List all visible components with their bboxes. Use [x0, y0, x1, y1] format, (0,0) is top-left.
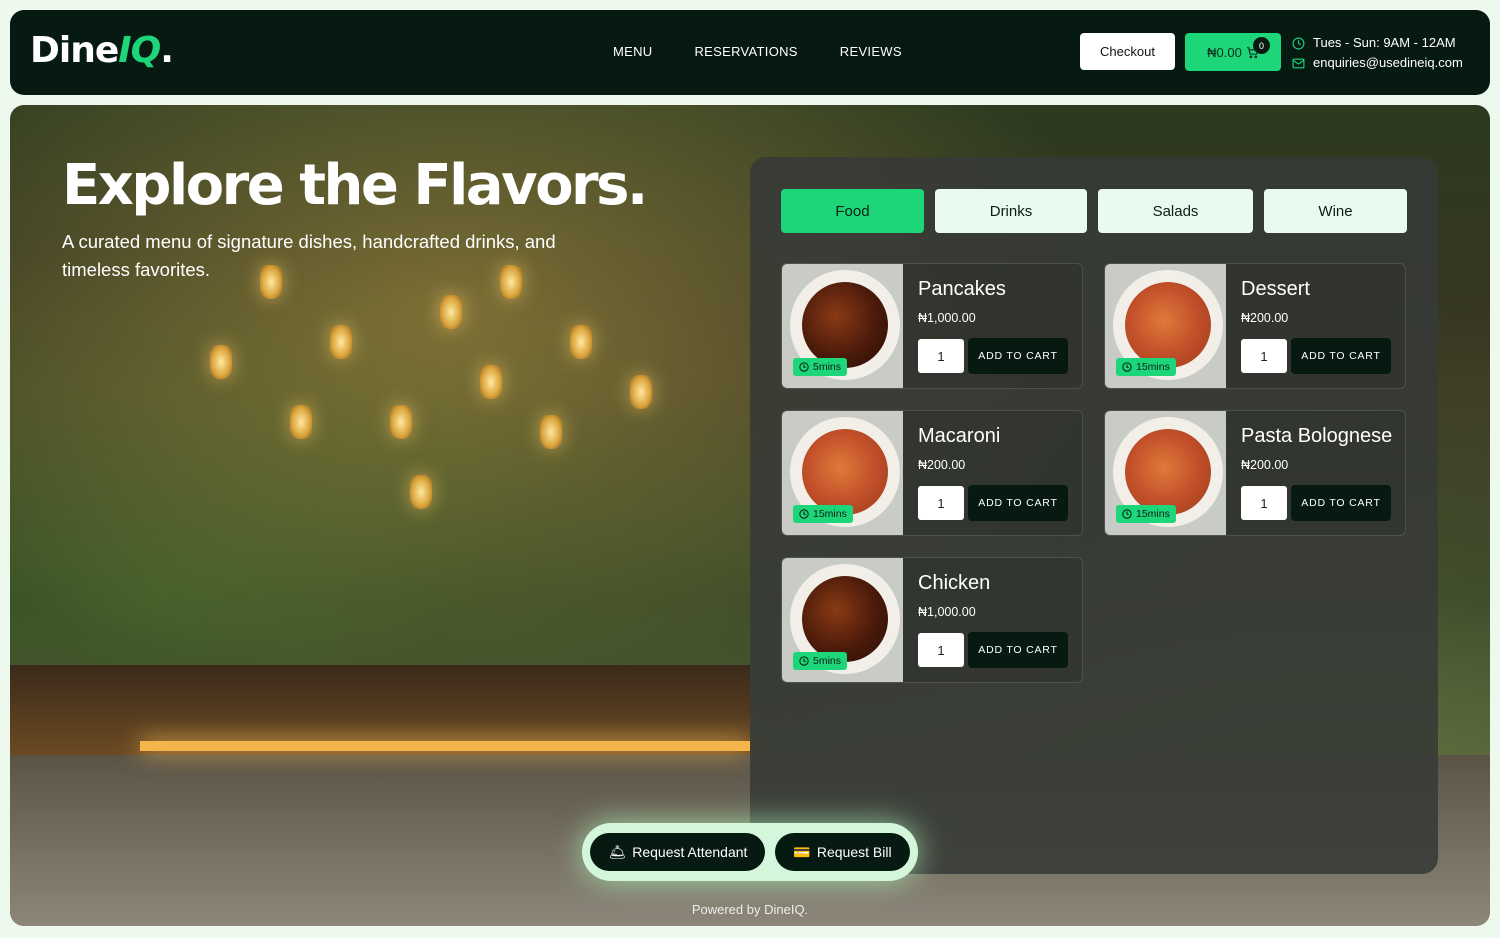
- prep-time-badge: 5mins: [793, 358, 848, 376]
- prep-time-badge: 15mins: [793, 505, 853, 523]
- menu-tabs: Food Drinks Salads Wine: [781, 189, 1407, 233]
- contact-email[interactable]: enquiries@usedineiq.com: [1313, 53, 1463, 73]
- cart-count-badge: 0: [1253, 37, 1270, 54]
- menu-item-price: ₦200.00: [918, 458, 966, 472]
- clock-icon: [799, 509, 809, 519]
- request-attendant-label: Request Attendant: [632, 844, 748, 860]
- prep-time: 15mins: [813, 508, 847, 520]
- tab-wine[interactable]: Wine: [1264, 189, 1407, 233]
- menu-item-image: 5mins: [782, 558, 903, 682]
- clock-icon: [799, 362, 809, 372]
- clock-icon: [1122, 509, 1132, 519]
- tab-salads[interactable]: Salads: [1098, 189, 1253, 233]
- add-to-cart-button[interactable]: ADD TO CART: [1291, 485, 1391, 521]
- menu-item-name: Pancakes: [918, 278, 1006, 300]
- nav-reviews[interactable]: REVIEWS: [840, 44, 902, 59]
- menu-item-name: Dessert: [1241, 278, 1310, 300]
- menu-item-card: 15mins Macaroni ₦200.00 ADD TO CART: [781, 410, 1083, 536]
- request-attendant-button[interactable]: 🛎 Request Attendant: [590, 833, 766, 871]
- request-bill-label: Request Bill: [816, 844, 892, 860]
- add-to-cart-button[interactable]: ADD TO CART: [968, 632, 1068, 668]
- logo-text-dot: .: [160, 30, 174, 71]
- menu-panel: Food Drinks Salads Wine 5mins Pancakes ₦…: [750, 157, 1438, 874]
- menu-item-image: 15mins: [782, 411, 903, 535]
- prep-time: 15mins: [1136, 508, 1170, 520]
- opening-hours: Tues - Sun: 9AM - 12AM: [1313, 35, 1456, 50]
- menu-item-card: 15mins Pasta Bolognese ₦200.00 ADD TO CA…: [1104, 410, 1406, 536]
- add-to-cart-button[interactable]: ADD TO CART: [968, 338, 1068, 374]
- hero-subtitle: A curated menu of signature dishes, hand…: [62, 231, 556, 280]
- menu-item-name: Pasta Bolognese: [1241, 425, 1393, 447]
- prep-time: 15mins: [1136, 361, 1170, 373]
- dineiq-logo[interactable]: Dine IQ.: [30, 30, 174, 71]
- quantity-input[interactable]: [1241, 486, 1287, 520]
- cart-total: ₦0.00: [1207, 44, 1242, 60]
- clock-icon: [1122, 362, 1132, 372]
- menu-item-price: ₦200.00: [1241, 458, 1289, 472]
- clock-icon: [799, 656, 809, 666]
- menu-item-image: 5mins: [782, 264, 903, 388]
- contact-info: Tues - Sun: 9AM - 12AM enquiries@usedine…: [1292, 33, 1463, 73]
- nav-menu[interactable]: MENU: [613, 44, 652, 59]
- menu-item-image: 15mins: [1105, 411, 1226, 535]
- menu-item-price: ₦200.00: [1241, 311, 1289, 325]
- prep-time: 5mins: [813, 655, 842, 667]
- quantity-input[interactable]: [918, 633, 964, 667]
- credit-card-icon: 💳: [793, 843, 811, 860]
- menu-item-card: 15mins Dessert ₦200.00 ADD TO CART: [1104, 263, 1406, 389]
- quantity-input[interactable]: [1241, 339, 1287, 373]
- add-to-cart-button[interactable]: ADD TO CART: [1291, 338, 1391, 374]
- service-action-bar: 🛎 Request Attendant 💳 Request Bill: [582, 823, 918, 881]
- menu-item-name: Chicken: [918, 572, 991, 594]
- prep-time-badge: 5mins: [793, 652, 848, 670]
- logo-text-main: Dine: [30, 30, 119, 71]
- quantity-input[interactable]: [918, 339, 964, 373]
- cart-button[interactable]: ₦0.00 0: [1185, 33, 1281, 71]
- nav-reservations[interactable]: RESERVATIONS: [694, 44, 797, 59]
- prep-time: 5mins: [813, 361, 842, 373]
- powered-by-footer: Powered by DineIQ.: [691, 902, 809, 917]
- quantity-input[interactable]: [918, 486, 964, 520]
- tab-drinks[interactable]: Drinks: [935, 189, 1087, 233]
- menu-item-price: ₦1,000.00: [918, 605, 976, 619]
- checkout-button[interactable]: Checkout: [1080, 33, 1175, 70]
- menu-item-price: ₦1,000.00: [918, 311, 976, 325]
- menu-item-card: 5mins Chicken ₦1,000.00 ADD TO CART: [781, 557, 1083, 683]
- top-header: Dine IQ. MENU RESERVATIONS REVIEWS Checko…: [10, 10, 1490, 95]
- add-to-cart-button[interactable]: ADD TO CART: [968, 485, 1068, 521]
- logo-text-accent: IQ: [118, 30, 161, 71]
- menu-item-name: Macaroni: [918, 425, 1001, 447]
- hero-title: Explore the Flavors.: [62, 153, 648, 218]
- hero-section: Explore the Flavors. A curated menu of s…: [10, 105, 1490, 926]
- menu-item-image: 15mins: [1105, 264, 1226, 388]
- prep-time-badge: 15mins: [1116, 358, 1176, 376]
- bell-icon: 🛎: [608, 843, 627, 860]
- main-nav: MENU RESERVATIONS REVIEWS: [613, 44, 902, 59]
- request-bill-button[interactable]: 💳 Request Bill: [775, 833, 910, 871]
- tab-food[interactable]: Food: [781, 189, 924, 233]
- clock-icon: [1292, 37, 1305, 49]
- mail-icon: [1292, 58, 1305, 68]
- prep-time-badge: 15mins: [1116, 505, 1176, 523]
- menu-item-card: 5mins Pancakes ₦1,000.00 ADD TO CART: [781, 263, 1083, 389]
